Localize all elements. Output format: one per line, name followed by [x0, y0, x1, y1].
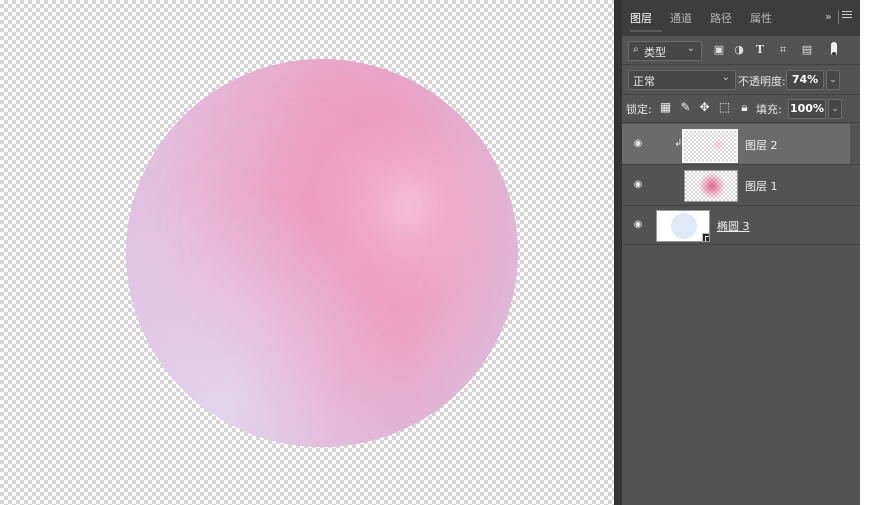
- layers-panel: 图层 通道 路径 属性 » ⌕ 类型 ⌄ ▣ ◑ T ⌗ ▤ 正常 ⌄ 不透明度…: [622, 0, 860, 505]
- opacity-label: 不透明度:: [738, 75, 786, 88]
- search-icon: ⌕: [633, 44, 639, 55]
- layer-row-2[interactable]: ◉ ↲ 图层 2: [622, 124, 850, 164]
- smartobject-filter-icon[interactable]: ▤: [800, 43, 814, 57]
- filter-kind-label: 类型: [644, 46, 666, 59]
- divider: [622, 94, 860, 95]
- opacity-input[interactable]: 74%: [786, 70, 824, 90]
- panel-menu-icon[interactable]: [842, 11, 852, 21]
- lock-label: 锁定:: [626, 103, 652, 116]
- blend-mode-select[interactable]: 正常 ⌄: [628, 70, 736, 90]
- blend-opacity-row: 正常 ⌄ 不透明度: 74% ⌄: [622, 70, 860, 90]
- layer-name[interactable]: 图层 2: [745, 137, 778, 153]
- fill-slider-toggle[interactable]: ⌄: [828, 99, 842, 119]
- active-tab-indicator: [630, 30, 662, 32]
- lock-image-pixels-icon[interactable]: ✎: [678, 100, 693, 115]
- panel-tab-bar: 图层 通道 路径 属性 »: [622, 0, 860, 36]
- layer-thumbnail[interactable]: [656, 210, 710, 242]
- layer-name[interactable]: 图层 1: [745, 178, 778, 194]
- shape-filter-icon[interactable]: ⌗: [776, 43, 790, 57]
- layer-filter-row: ⌕ 类型 ⌄ ▣ ◑ T ⌗ ▤: [622, 40, 860, 62]
- pink-sphere-artwork: [126, 59, 518, 447]
- visibility-eye-icon[interactable]: ◉: [632, 138, 644, 150]
- visibility-eye-icon[interactable]: ◉: [632, 179, 644, 191]
- filter-kind-select[interactable]: ⌕ 类型 ⌄: [628, 41, 702, 61]
- tab-separator: [838, 10, 839, 24]
- fill-label: 填充:: [756, 103, 782, 116]
- type-filter-icon[interactable]: T: [753, 43, 767, 57]
- layer-row-ellipse[interactable]: ◉ 椭圆 3: [622, 205, 850, 245]
- filter-toggle[interactable]: [831, 42, 837, 56]
- tab-properties[interactable]: 属性: [750, 10, 772, 26]
- lock-position-icon[interactable]: ✥: [697, 100, 712, 115]
- tab-paths[interactable]: 路径: [710, 10, 732, 26]
- chevron-down-icon: ⌄: [686, 43, 695, 54]
- lock-fill-row: 锁定: ▦ ✎ ✥ ⬚ 🔒︎ 填充: 100% ⌄: [622, 99, 860, 119]
- thumbnail-pink-glow: [699, 173, 725, 199]
- layer-name[interactable]: 椭圆 3: [717, 218, 750, 234]
- opacity-slider-toggle[interactable]: ⌄: [826, 70, 840, 90]
- collapse-panels-icon[interactable]: »: [825, 10, 832, 23]
- divider: [622, 122, 860, 123]
- lock-all-icon[interactable]: 🔒︎: [737, 100, 752, 115]
- fill-input[interactable]: 100%: [788, 99, 826, 119]
- divider: [622, 64, 860, 65]
- layer-thumbnail[interactable]: [682, 129, 738, 163]
- lock-artboard-icon[interactable]: ⬚: [717, 100, 732, 115]
- tab-channels[interactable]: 通道: [670, 10, 692, 26]
- document-canvas[interactable]: [0, 0, 614, 505]
- lock-transparent-pixels-icon[interactable]: ▦: [658, 100, 673, 115]
- window-edge: [860, 0, 870, 505]
- visibility-eye-icon[interactable]: ◉: [632, 219, 644, 231]
- thumbnail-ellipse: [671, 213, 697, 239]
- adjustment-filter-icon[interactable]: ◑: [732, 43, 746, 57]
- shape-layer-badge-icon: [702, 233, 709, 241]
- image-filter-icon[interactable]: ▣: [712, 43, 726, 57]
- chevron-down-icon: ⌄: [721, 72, 730, 83]
- panel-divider[interactable]: [614, 0, 622, 505]
- tab-layers[interactable]: 图层: [630, 10, 652, 26]
- blend-mode-value: 正常: [633, 75, 655, 88]
- layer-row-1[interactable]: ◉ ↲ 图层 1: [622, 165, 850, 205]
- layer-thumbnail[interactable]: [684, 170, 738, 202]
- thumbnail-highlight: [712, 139, 724, 151]
- divider: [622, 244, 860, 245]
